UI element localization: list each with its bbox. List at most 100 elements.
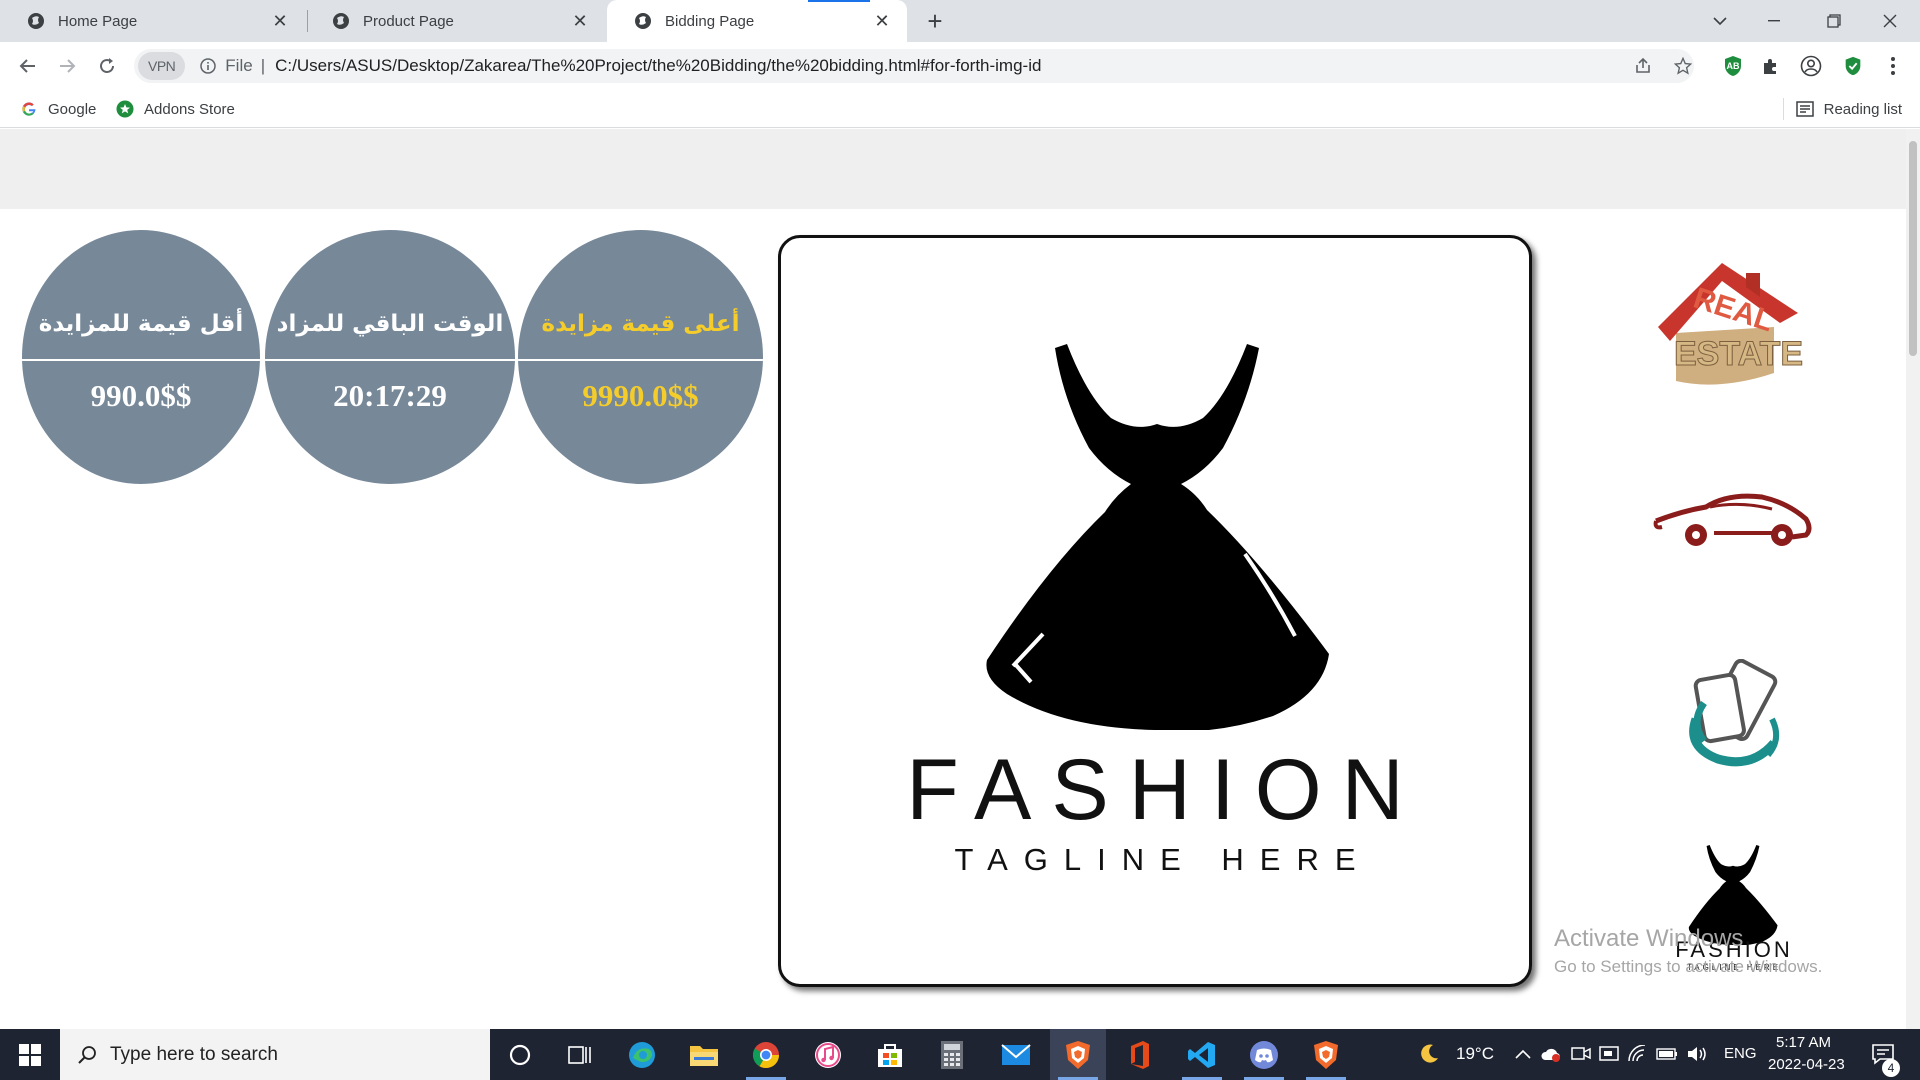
main-tagline-text: TAGLINE HERE xyxy=(954,842,1372,877)
highest-bid-title: أعلى قيمة مزايدة xyxy=(541,311,740,337)
divider xyxy=(1782,98,1784,120)
scrollbar-thumb[interactable] xyxy=(1909,141,1917,356)
brave-second-taskbar-button[interactable] xyxy=(1298,1029,1354,1080)
main-product-image[interactable]: FASHION TAGLINE HERE xyxy=(778,235,1532,987)
url-text[interactable]: C:/Users/ASUS/Desktop/Zakarea/The%20Proj… xyxy=(275,56,1041,76)
vscode-taskbar-button[interactable] xyxy=(1174,1029,1230,1080)
clock-time[interactable]: 5:17 AM xyxy=(1776,1034,1831,1051)
taskbar-search-box[interactable]: Type here to search xyxy=(60,1029,490,1080)
reading-list-label: Reading list xyxy=(1823,100,1902,118)
weather-moon-icon[interactable] xyxy=(1416,1041,1442,1067)
close-tab-button[interactable]: ✕ xyxy=(567,8,593,34)
folder-icon xyxy=(690,1045,718,1066)
task-view-icon xyxy=(568,1045,591,1064)
weather-temperature[interactable]: 19°C xyxy=(1456,1044,1494,1064)
task-view-button[interactable] xyxy=(552,1029,608,1080)
bookmark-label: Addons Store xyxy=(144,100,235,118)
onedrive-icon[interactable] xyxy=(1540,1043,1562,1065)
globe-icon xyxy=(26,11,46,31)
highest-bid-circle: أعلى قيمة مزايدة 9990.0$$ xyxy=(518,230,763,484)
notification-count-badge: 4 xyxy=(1882,1059,1900,1077)
share-icon xyxy=(1636,57,1650,73)
time-remaining-value: 20:17:29 xyxy=(333,378,447,413)
reload-button[interactable] xyxy=(91,50,123,82)
adblock-extension-button[interactable]: AB xyxy=(1718,51,1748,81)
bookmark-addons-store[interactable]: Addons Store xyxy=(116,96,235,122)
forward-button[interactable] xyxy=(51,50,83,82)
tab-loading-indicator xyxy=(808,0,870,2)
maximize-button[interactable] xyxy=(1806,0,1862,42)
highest-bid-value: 9990.0$$ xyxy=(582,378,699,413)
security-extension-button[interactable] xyxy=(1838,51,1868,81)
share-button[interactable] xyxy=(1628,51,1658,81)
tab-bidding-page[interactable]: Bidding Page ✕ xyxy=(607,0,907,42)
star-icon xyxy=(1674,57,1692,75)
watermark-title: Activate Windows xyxy=(1554,925,1744,952)
vpn-button[interactable]: VPN xyxy=(138,52,186,80)
close-tab-button[interactable]: ✕ xyxy=(869,8,895,34)
addons-store-icon xyxy=(116,100,134,118)
edge-icon xyxy=(629,1041,655,1068)
tab-home-page[interactable]: Home Page ✕ xyxy=(0,0,305,42)
bookmark-label: Google xyxy=(48,100,97,118)
divider xyxy=(518,359,763,361)
reading-list-button[interactable]: Reading list xyxy=(1782,96,1902,122)
battery-icon[interactable] xyxy=(1656,1043,1678,1065)
address-bar[interactable]: VPN File | C:/Users/ASUS/Desktop/Zakarea… xyxy=(134,49,1694,83)
meet-now-icon[interactable] xyxy=(1570,1043,1592,1065)
mail-taskbar-button[interactable] xyxy=(988,1029,1044,1080)
tab-product-page[interactable]: Product Page ✕ xyxy=(305,0,605,42)
person-icon xyxy=(1800,55,1822,77)
discord-taskbar-button[interactable] xyxy=(1236,1029,1292,1080)
mail-icon xyxy=(1001,1043,1031,1065)
brave-shield-icon xyxy=(1066,1040,1090,1069)
tab-title: Bidding Page xyxy=(665,12,755,30)
file-explorer-button[interactable] xyxy=(676,1029,732,1080)
main-brand-text: FASHION xyxy=(906,742,1424,838)
page-viewport: أقل قيمة للمزايدة 990.0$$ الوقت الباقي ل… xyxy=(0,129,1906,1029)
close-tab-button[interactable]: ✕ xyxy=(267,8,293,34)
volume-icon[interactable] xyxy=(1686,1043,1708,1065)
real-estate-line2: ESTATE xyxy=(1674,335,1803,373)
close-window-button[interactable] xyxy=(1862,0,1918,42)
chrome-taskbar-button[interactable] xyxy=(738,1029,794,1080)
minimize-button[interactable] xyxy=(1746,0,1802,42)
profile-button[interactable] xyxy=(1796,51,1826,81)
divider xyxy=(265,359,515,361)
browser-menu-button[interactable] xyxy=(1878,51,1908,81)
chrome-icon xyxy=(752,1041,780,1068)
start-button[interactable] xyxy=(0,1029,60,1080)
office-taskbar-button[interactable] xyxy=(1112,1029,1168,1080)
url-separator: | xyxy=(260,56,266,75)
divider xyxy=(22,359,260,361)
globe-icon xyxy=(331,11,351,31)
tab-search-button[interactable] xyxy=(1692,0,1748,42)
calculator-icon xyxy=(941,1040,963,1069)
info-icon[interactable] xyxy=(199,57,217,75)
restore-icon xyxy=(1827,14,1841,28)
chevron-up-icon[interactable] xyxy=(1512,1043,1534,1065)
back-button[interactable] xyxy=(12,50,44,82)
brave-taskbar-button[interactable] xyxy=(1050,1029,1106,1080)
itunes-taskbar-button[interactable] xyxy=(800,1029,856,1080)
wifi-icon[interactable] xyxy=(1626,1043,1648,1065)
thumbnail-car[interactable] xyxy=(1652,485,1814,565)
music-icon xyxy=(815,1041,841,1068)
thumbnail-phones[interactable] xyxy=(1682,659,1792,771)
cortana-button[interactable] xyxy=(492,1029,548,1080)
windows-taskbar: Type here to search 19°C ENG 5:17 AM 202… xyxy=(0,1029,1920,1080)
input-language[interactable]: ENG xyxy=(1724,1045,1757,1062)
arrow-right-icon xyxy=(60,59,76,73)
microsoft-store-button[interactable] xyxy=(862,1029,918,1080)
bookmark-google[interactable]: Google xyxy=(20,96,96,122)
clock-date[interactable]: 2022-04-23 xyxy=(1768,1056,1845,1073)
thumbnail-real-estate[interactable]: REAL ESTATE xyxy=(1650,253,1810,393)
bookmark-star-button[interactable] xyxy=(1668,51,1698,81)
extensions-button[interactable] xyxy=(1756,51,1786,81)
edge-taskbar-button[interactable] xyxy=(614,1029,670,1080)
calculator-taskbar-button[interactable] xyxy=(924,1029,980,1080)
screen-capture-icon[interactable] xyxy=(1598,1043,1620,1065)
page-scrollbar[interactable] xyxy=(1906,129,1920,1029)
windows-logo-icon xyxy=(19,1043,41,1066)
new-tab-button[interactable]: + xyxy=(920,6,950,36)
